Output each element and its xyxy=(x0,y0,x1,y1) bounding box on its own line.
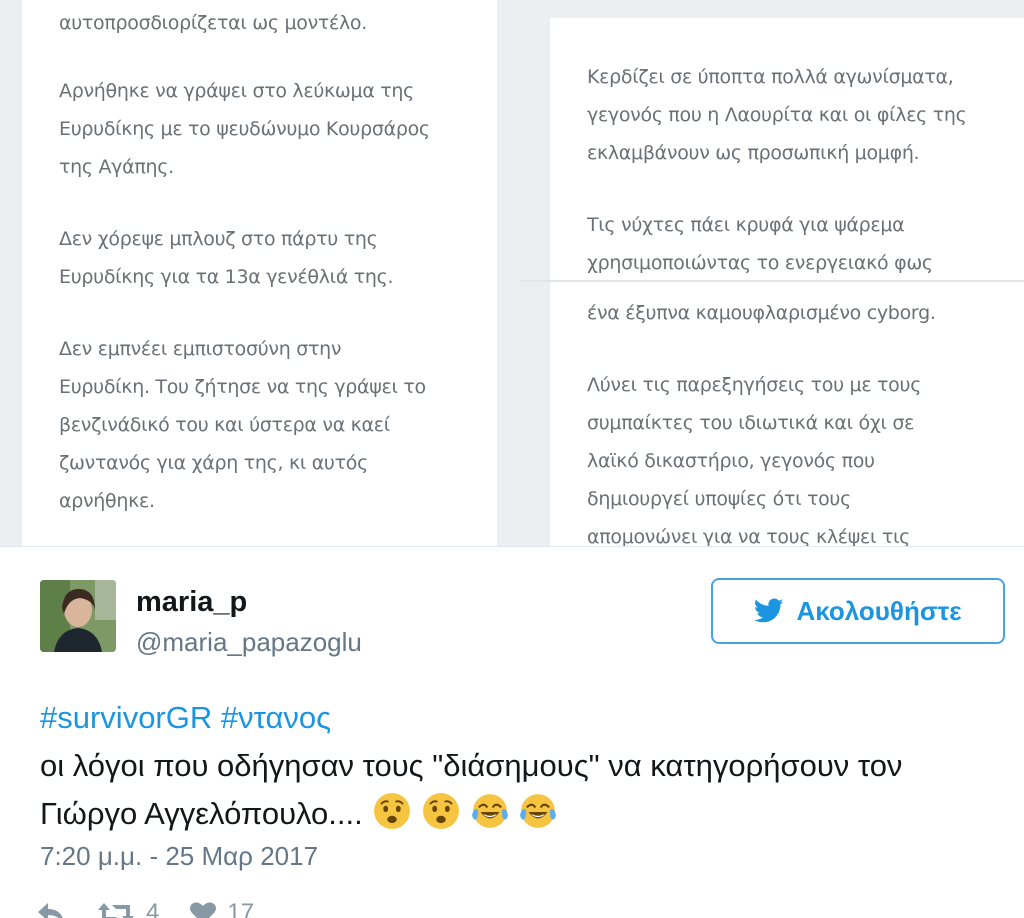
tweet-timestamp[interactable]: 7:20 μ.μ. - 25 Μαρ 2017 xyxy=(40,841,318,872)
right-top-paragraph-2: Τις νύχτες πάει κρυφά για ψάρεμα χρησιμο… xyxy=(587,214,933,274)
left-paragraph-3: Δεν χόρεψε μπλουζ στο πάρτυ της Ευρυδίκη… xyxy=(59,228,394,288)
follow-label: Ακολουθήστε xyxy=(796,595,962,626)
follow-button[interactable]: Ακολουθήστε xyxy=(711,578,1005,644)
reply-icon xyxy=(38,903,63,918)
tweet-actions: 4 17 xyxy=(36,898,284,918)
tweet-text-line-1: οι λόγοι που οδήγησαν τους "διάσημους" ν… xyxy=(40,748,903,783)
avatar-photo xyxy=(40,580,116,652)
like-count: 17 xyxy=(227,899,255,918)
hashtag-survivorgr[interactable]: #survivorGR xyxy=(40,700,212,735)
left-paragraph-1: αυτοπροσδιορίζεται ως μοντέλο. xyxy=(59,12,367,34)
left-paragraph-4: Δεν εμπνέει εμπιστοσύνη στην Ευρυδίκη. Τ… xyxy=(59,338,426,512)
tears-of-joy-emoji-icon xyxy=(520,794,557,828)
twitter-bird-icon xyxy=(754,598,784,623)
tweet-attached-image[interactable]: αυτοπροσδιορίζεται ως μοντέλο. Αρνήθηκε … xyxy=(0,0,1024,547)
right-bottom-paragraph-1: ένα έξυπνα καμουφλαρισμένο cyborg. xyxy=(587,302,936,324)
heart-icon xyxy=(190,902,217,918)
retweet-icon xyxy=(98,903,134,918)
retweet-count: 4 xyxy=(146,899,160,918)
retweet-button[interactable]: 4 xyxy=(96,899,159,918)
tears-of-joy-emoji-icon xyxy=(471,794,508,828)
right-bottom-text-card: ένα έξυπνα καμουφλαρισμένο cyborg. Λύνει… xyxy=(550,282,1024,546)
tweet-text-line-2: Γιώργο Αγγελόπουλο.... xyxy=(40,790,1000,838)
right-bottom-paragraph-2: Λύνει τις παρεξηγήσεις του με τους συμπα… xyxy=(587,374,922,546)
reply-button[interactable] xyxy=(36,901,66,918)
avatar[interactable] xyxy=(40,580,116,652)
like-button[interactable]: 17 xyxy=(189,899,254,918)
left-paragraph-2: Αρνήθηκε να γράψει στο λεύκωμα της Ευρυδ… xyxy=(59,80,430,178)
tweet-text: #survivorGR #ντανος οι λόγοι που οδήγησα… xyxy=(40,694,1000,838)
display-name[interactable]: maria_p xyxy=(136,586,247,619)
hashtag-line: #survivorGR #ντανος xyxy=(40,694,1000,742)
tweet-text-line-2-text: Γιώργο Αγγελόπουλο.... xyxy=(40,796,363,831)
tweet-embed: αυτοπροσδιορίζεται ως μοντέλο. Αρνήθηκε … xyxy=(0,0,1024,918)
left-text-card: αυτοπροσδιορίζεται ως μοντέλο. Αρνήθηκε … xyxy=(22,0,497,546)
right-top-text-card: Κερδίζει σε ύποπτα πολλά αγωνίσματα, γεγ… xyxy=(550,18,1024,280)
username[interactable]: @maria_papazoglu xyxy=(136,627,362,658)
worried-face-emoji-icon xyxy=(423,793,459,829)
hashtag-ntanos[interactable]: #ντανος xyxy=(221,700,331,735)
worried-face-emoji-icon xyxy=(374,793,411,829)
right-top-paragraph-1: Κερδίζει σε ύποπτα πολλά αγωνίσματα, γεγ… xyxy=(587,66,967,164)
